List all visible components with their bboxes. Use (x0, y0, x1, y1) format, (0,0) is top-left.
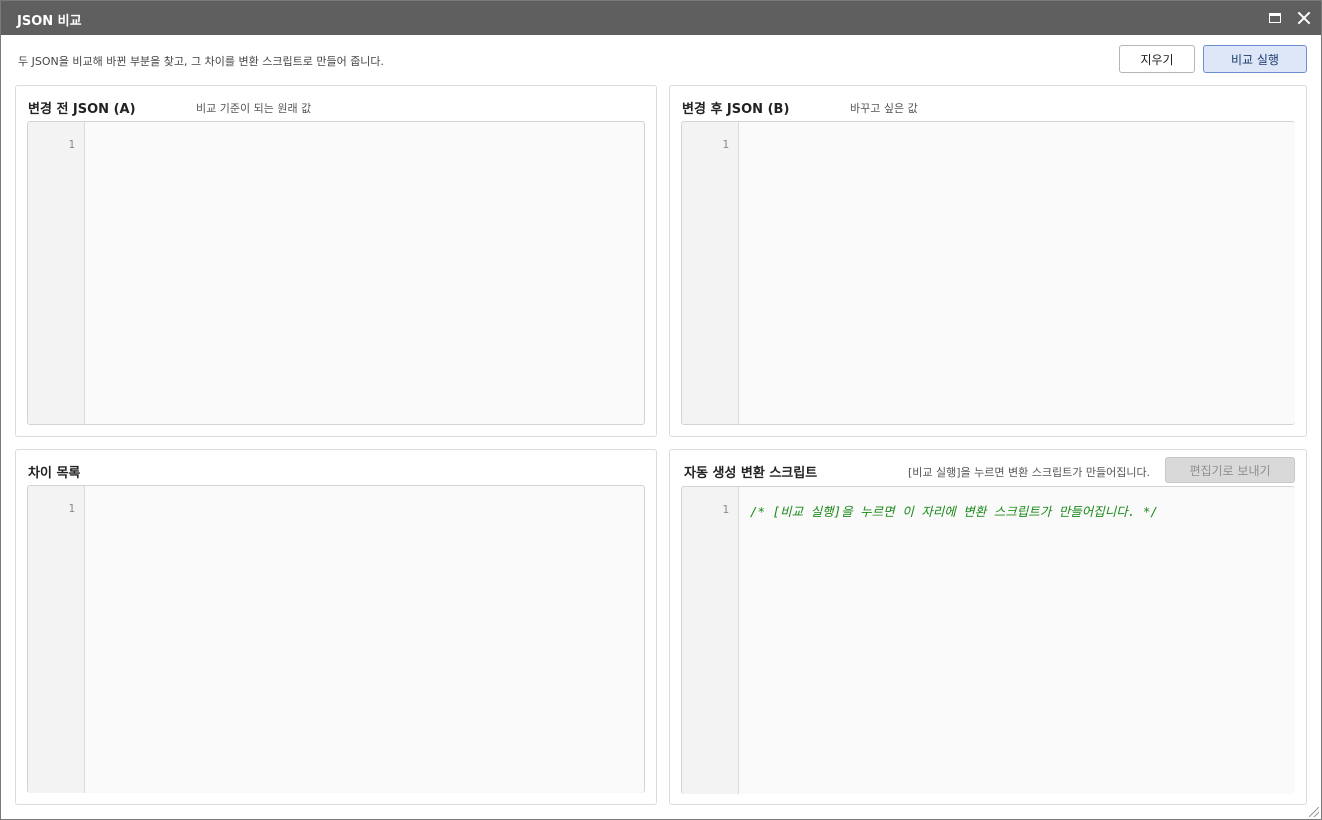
diff-list-title: 차이 목록 (28, 466, 81, 481)
clear-button[interactable]: 지우기 (1119, 45, 1195, 73)
line-number-gutter: 1 (682, 487, 739, 794)
resize-grip-icon[interactable] (1309, 807, 1319, 817)
generated-script-title: 자동 생성 변환 스크립트 (684, 466, 818, 481)
line-number: 1 (68, 502, 75, 515)
after-json-panel: 변경 후 JSON (B) 바꾸고 싶은 값 1 (669, 85, 1307, 437)
window-title: JSON 비교 (17, 14, 82, 29)
after-json-subtitle: 바꾸고 싶은 값 (850, 102, 918, 115)
diff-list-viewer[interactable]: 1 (27, 485, 645, 793)
maximize-button[interactable] (1264, 7, 1286, 29)
run-compare-button[interactable]: 비교 실행 (1203, 45, 1307, 73)
line-number: 1 (68, 138, 75, 151)
json-compare-window: JSON 비교 두 JSON을 비교해 바뀐 부분을 찾고, 그 차이를 변환 … (0, 0, 1322, 820)
before-json-title: 변경 전 JSON (A) (28, 102, 136, 117)
maximize-icon (1269, 13, 1281, 23)
generated-script-editor[interactable]: 1 /* [비교 실행]을 누르면 이 자리에 변환 스크립트가 만들어집니다.… (681, 486, 1295, 794)
before-json-editor[interactable]: 1 (27, 121, 645, 425)
send-to-editor-button[interactable]: 편집기로 보내기 (1165, 457, 1295, 483)
before-json-panel: 변경 전 JSON (A) 비교 기준이 되는 원래 값 1 (15, 85, 657, 437)
diff-list-panel: 차이 목록 1 (15, 449, 657, 805)
line-number: 1 (722, 138, 729, 151)
after-json-title: 변경 후 JSON (B) (682, 102, 790, 117)
line-number-gutter: 1 (28, 486, 85, 793)
description-text: 두 JSON을 비교해 바뀐 부분을 찾고, 그 차이를 변환 스크립트로 만들… (18, 55, 385, 68)
line-number-gutter: 1 (28, 122, 85, 424)
line-number-gutter: 1 (682, 122, 739, 424)
title-bar[interactable]: JSON 비교 (1, 1, 1321, 35)
line-number: 1 (722, 503, 729, 516)
before-json-subtitle: 비교 기준이 되는 원래 값 (196, 102, 312, 115)
after-json-editor[interactable]: 1 (681, 121, 1295, 425)
script-comment[interactable]: /* [비교 실행]을 누르면 이 자리에 변환 스크립트가 만들어집니다. *… (750, 501, 1158, 520)
close-icon (1297, 11, 1311, 25)
generated-script-panel: 자동 생성 변환 스크립트 [비교 실행]을 누르면 변환 스크립트가 만들어집… (669, 449, 1307, 805)
close-button[interactable] (1293, 7, 1315, 29)
generated-script-hint: [비교 실행]을 누르면 변환 스크립트가 만들어집니다. (908, 466, 1151, 479)
